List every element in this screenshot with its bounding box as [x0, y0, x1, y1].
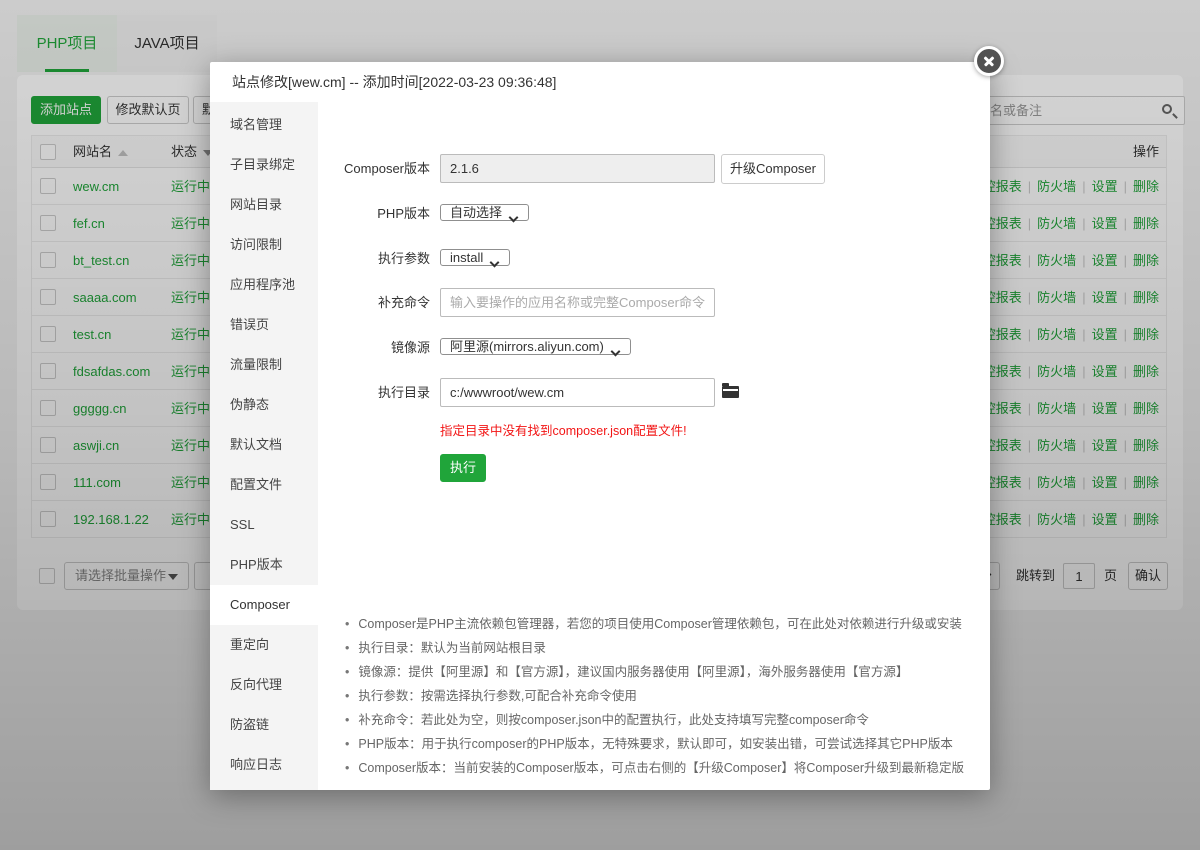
modal-title: 站点修改[wew.cm] -- 添加时间[2022-03-23 09:36:48… [210, 62, 990, 102]
chevron-down-icon [490, 258, 500, 266]
note-item: Composer是PHP主流依赖包管理器，若您的项目使用Composer管理依赖… [345, 612, 985, 636]
modal-menu-item-反向代理[interactable]: 反向代理 [210, 665, 318, 705]
modal-menu-item-流量限制[interactable]: 流量限制 [210, 345, 318, 385]
note-item: Composer版本：当前安装的Composer版本，可点击右侧的【升级Comp… [345, 756, 985, 780]
note-item: 镜像源：提供【阿里源】和【官方源】，建议国内服务器使用【阿里源】，海外服务器使用… [345, 660, 985, 684]
php-version-select[interactable]: 自动选择 [440, 204, 529, 221]
exec-dir-label: 执行目录 [318, 378, 430, 408]
folder-open-icon[interactable] [722, 386, 739, 398]
modal-menu-item-网站目录[interactable]: 网站目录 [210, 185, 318, 225]
extra-cmd-input[interactable] [440, 288, 715, 317]
modal-menu-item-子目录绑定[interactable]: 子目录绑定 [210, 145, 318, 185]
modal-menu-item-SSL[interactable]: SSL [210, 505, 318, 545]
note-item: PHP版本：用于执行composer的PHP版本，无特殊要求，默认即可，如安装出… [345, 732, 985, 756]
composer-notes: Composer是PHP主流依赖包管理器，若您的项目使用Composer管理依赖… [345, 612, 985, 780]
note-item: 执行参数：按需选择执行参数,可配合补充命令使用 [345, 684, 985, 708]
note-item: 补充命令：若此处为空，则按composer.json中的配置执行，此处支持填写完… [345, 708, 985, 732]
note-item: 执行目录：默认为当前网站根目录 [345, 636, 985, 660]
modal-menu-item-域名管理[interactable]: 域名管理 [210, 105, 318, 145]
composer-version-label: Composer版本 [318, 154, 430, 184]
close-icon[interactable] [974, 46, 1004, 76]
chevron-down-icon [509, 213, 519, 221]
modal-menu-item-错误页[interactable]: 错误页 [210, 305, 318, 345]
exec-param-select[interactable]: install [440, 249, 510, 266]
composer-panel: Composer版本 升级Composer PHP版本 自动选择 执行参数 in… [318, 102, 990, 790]
composer-version-input [440, 154, 715, 183]
php-version-label: PHP版本 [318, 199, 430, 229]
run-button[interactable]: 执行 [440, 454, 486, 482]
modal-menu: 域名管理子目录绑定网站目录访问限制应用程序池错误页流量限制伪静态默认文档配置文件… [210, 102, 318, 790]
modal-menu-item-Composer[interactable]: Composer [210, 585, 318, 625]
mirror-label: 镜像源 [318, 333, 430, 363]
exec-param-label: 执行参数 [318, 244, 430, 274]
error-message: 指定目录中没有找到composer.json配置文件! [440, 420, 687, 439]
site-modify-modal: 站点修改[wew.cm] -- 添加时间[2022-03-23 09:36:48… [210, 62, 990, 790]
upgrade-composer-button[interactable]: 升级Composer [721, 154, 825, 184]
modal-menu-item-访问限制[interactable]: 访问限制 [210, 225, 318, 265]
mirror-select[interactable]: 阿里源(mirrors.aliyun.com) [440, 338, 631, 355]
modal-menu-item-PHP版本[interactable]: PHP版本 [210, 545, 318, 585]
extra-cmd-label: 补充命令 [318, 288, 430, 318]
modal-menu-item-重定向[interactable]: 重定向 [210, 625, 318, 665]
modal-menu-item-默认文档[interactable]: 默认文档 [210, 425, 318, 465]
exec-dir-input[interactable] [440, 378, 715, 407]
chevron-down-icon [610, 347, 620, 355]
modal-menu-item-应用程序池[interactable]: 应用程序池 [210, 265, 318, 305]
modal-menu-item-伪静态[interactable]: 伪静态 [210, 385, 318, 425]
modal-menu-item-防盗链[interactable]: 防盗链 [210, 705, 318, 745]
modal-menu-item-响应日志[interactable]: 响应日志 [210, 745, 318, 785]
modal-menu-item-配置文件[interactable]: 配置文件 [210, 465, 318, 505]
